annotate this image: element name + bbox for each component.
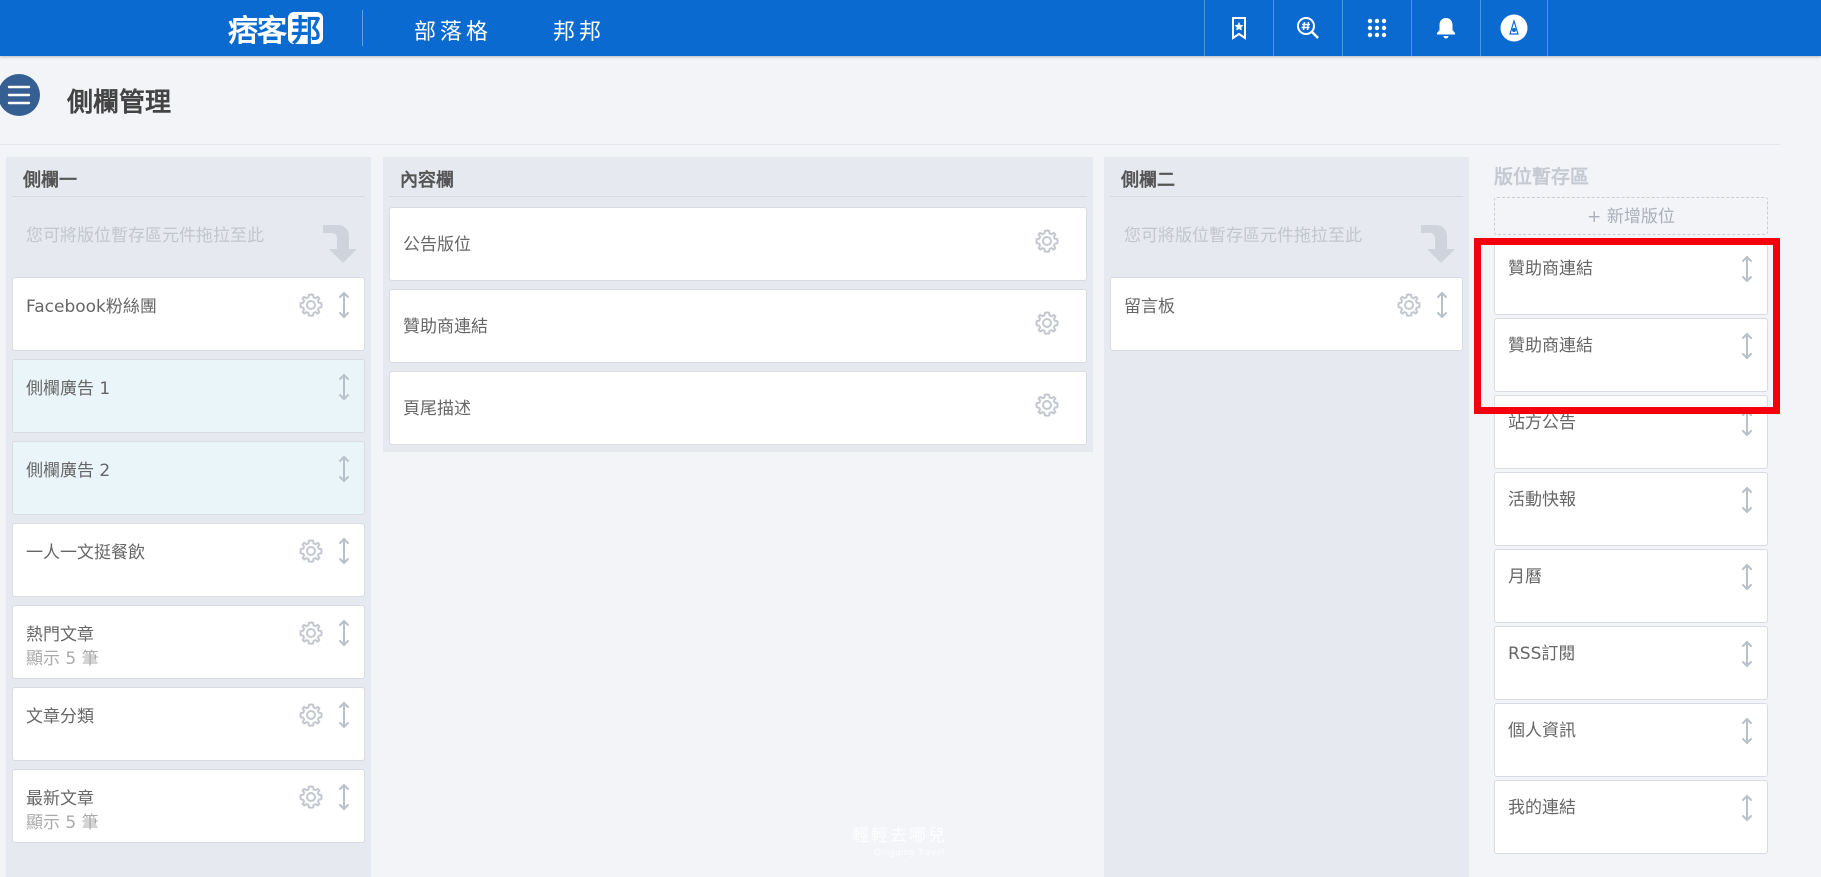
- sidebar-two-column: 側欄二 您可將版位暫存區元件拖拉至此 留言板: [1104, 157, 1469, 877]
- nav-bangbang-link[interactable]: 邦邦: [553, 14, 605, 46]
- move-handle-icon[interactable]: [1739, 639, 1755, 669]
- move-handle-icon[interactable]: [336, 700, 352, 730]
- sidebar-two-widget-list: 留言板: [1104, 277, 1469, 351]
- bell-icon: [1436, 18, 1455, 39]
- sidebar-one-widget-list: Facebook粉絲團 側欄廣告 1 側欄廣告 2 一人一文挺餐飲 熱門文章顯示 5 筆…: [6, 277, 371, 843]
- storage-widget-card[interactable]: RSS訂閱: [1494, 626, 1768, 700]
- storage-widget-card[interactable]: 活動快報: [1494, 472, 1768, 546]
- widget-title: 側欄廣告 2: [26, 461, 111, 481]
- move-handle-icon[interactable]: [336, 536, 352, 566]
- settings-gear-icon[interactable]: [1034, 310, 1060, 336]
- apps-button[interactable]: [1342, 0, 1410, 56]
- widget-card[interactable]: 側欄廣告 1: [12, 359, 365, 433]
- move-handle-icon[interactable]: [336, 372, 352, 402]
- widget-title: 文章分類: [26, 707, 94, 727]
- header-divider: [0, 144, 1780, 145]
- widget-title: 熱門文章: [26, 625, 94, 645]
- highlight-box: [1474, 238, 1780, 414]
- drop-arrow-icon: [1421, 225, 1455, 263]
- avatar-icon: [1500, 14, 1528, 42]
- notifications-button[interactable]: [1411, 0, 1479, 56]
- widget-title: 個人資訊: [1508, 721, 1576, 741]
- move-handle-icon[interactable]: [1739, 793, 1755, 823]
- hamburger-icon: [7, 85, 31, 105]
- settings-gear-icon[interactable]: [1034, 392, 1060, 418]
- settings-gear-icon[interactable]: [1396, 292, 1422, 318]
- move-handle-icon[interactable]: [1739, 716, 1755, 746]
- settings-gear-icon[interactable]: [1034, 228, 1060, 254]
- drop-hint: 您可將版位暫存區元件拖拉至此: [1124, 226, 1362, 246]
- logo-box-text: 邦: [288, 12, 323, 49]
- watermark: 輕輕去哪兒 Qingqing Travel: [852, 821, 947, 858]
- storage-widget-card[interactable]: 我的連結: [1494, 780, 1768, 854]
- widget-card[interactable]: 一人一文挺餐飲: [12, 523, 365, 597]
- content-widget-card[interactable]: 贊助商連結: [389, 289, 1087, 363]
- content-widget-list: 公告版位贊助商連結頁尾描述: [383, 207, 1093, 445]
- widget-card[interactable]: 文章分類: [12, 687, 365, 761]
- logo-text: 痞客: [228, 14, 287, 49]
- hamburger-menu-button[interactable]: [0, 74, 40, 116]
- move-handle-icon[interactable]: [336, 782, 352, 812]
- widget-card[interactable]: 最新文章顯示 5 筆: [12, 769, 365, 843]
- settings-gear-icon[interactable]: [298, 620, 324, 646]
- widget-title: Facebook粉絲團: [26, 297, 157, 317]
- hashtag-search-icon: [1296, 17, 1319, 39]
- widget-title: 最新文章: [26, 789, 94, 809]
- sidebar-two-drop-zone[interactable]: 您可將版位暫存區元件拖拉至此: [1110, 197, 1463, 277]
- user-menu-button[interactable]: [1480, 0, 1548, 56]
- content-widget-card[interactable]: 公告版位: [389, 207, 1087, 281]
- watermark-text: 輕輕去哪兒: [852, 826, 947, 846]
- content-column: 內容欄 公告版位贊助商連結頁尾描述: [383, 157, 1093, 452]
- watermark-subtext: Qingqing Travel: [874, 848, 945, 858]
- bookmark-button[interactable]: [1204, 0, 1272, 56]
- move-handle-icon[interactable]: [1739, 562, 1755, 592]
- settings-gear-icon[interactable]: [298, 702, 324, 728]
- sidebar-one-title: 側欄一: [12, 157, 365, 197]
- widget-card[interactable]: Facebook粉絲團: [12, 277, 365, 351]
- move-handle-icon[interactable]: [336, 290, 352, 320]
- widget-title: 贊助商連結: [403, 317, 488, 337]
- hashtag-search-button[interactable]: [1273, 0, 1341, 56]
- storage-widget-card[interactable]: 個人資訊: [1494, 703, 1768, 777]
- move-handle-icon[interactable]: [336, 454, 352, 484]
- widget-title: 月曆: [1508, 567, 1542, 587]
- widget-title: 留言板: [1124, 297, 1175, 317]
- drop-hint: 您可將版位暫存區元件拖拉至此: [26, 226, 264, 246]
- sidebar-two-title: 側欄二: [1110, 157, 1463, 197]
- widget-title: 側欄廣告 1: [26, 379, 111, 399]
- content-widget-card[interactable]: 頁尾描述: [389, 371, 1087, 445]
- move-handle-icon[interactable]: [1434, 290, 1450, 320]
- storage-widget-card[interactable]: 月曆: [1494, 549, 1768, 623]
- sidebar-one-drop-zone[interactable]: 您可將版位暫存區元件拖拉至此: [12, 197, 365, 277]
- settings-gear-icon[interactable]: [298, 292, 324, 318]
- page-title: 側欄管理: [67, 88, 172, 118]
- widget-card[interactable]: 留言板: [1110, 277, 1463, 351]
- nav-blog-link[interactable]: 部落格: [414, 14, 492, 46]
- widget-title: 我的連結: [1508, 798, 1576, 818]
- widget-title: 頁尾描述: [403, 399, 471, 419]
- add-widget-button[interactable]: + 新增版位: [1494, 197, 1768, 235]
- bookmark-star-icon: [1231, 17, 1246, 40]
- widget-title: RSS訂閱: [1508, 644, 1576, 664]
- drop-arrow-icon: [323, 225, 357, 263]
- widget-card[interactable]: 熱門文章顯示 5 筆: [12, 605, 365, 679]
- widget-title: 一人一文挺餐飲: [26, 543, 145, 563]
- widget-title: 公告版位: [403, 235, 471, 255]
- move-handle-icon[interactable]: [336, 618, 352, 648]
- widget-title: 活動快報: [1508, 490, 1576, 510]
- sidebar-one-column: 側欄一 您可將版位暫存區元件拖拉至此 Facebook粉絲團 側欄廣告 1 側欄廣告…: [6, 157, 371, 877]
- storage-title: 版位暫存區: [1494, 166, 1590, 188]
- widget-subtitle: 顯示 5 筆: [26, 813, 99, 833]
- logo-divider: [362, 10, 363, 46]
- top-navbar: 痞客邦 部落格 邦邦: [0, 0, 1821, 56]
- pixnet-logo[interactable]: 痞客邦: [228, 8, 323, 49]
- settings-gear-icon[interactable]: [298, 538, 324, 564]
- content-column-title: 內容欄: [389, 157, 1087, 197]
- widget-subtitle: 顯示 5 筆: [26, 649, 99, 669]
- apps-grid-icon: [1367, 18, 1386, 38]
- move-handle-icon[interactable]: [1739, 485, 1755, 515]
- widget-card[interactable]: 側欄廣告 2: [12, 441, 365, 515]
- settings-gear-icon[interactable]: [298, 784, 324, 810]
